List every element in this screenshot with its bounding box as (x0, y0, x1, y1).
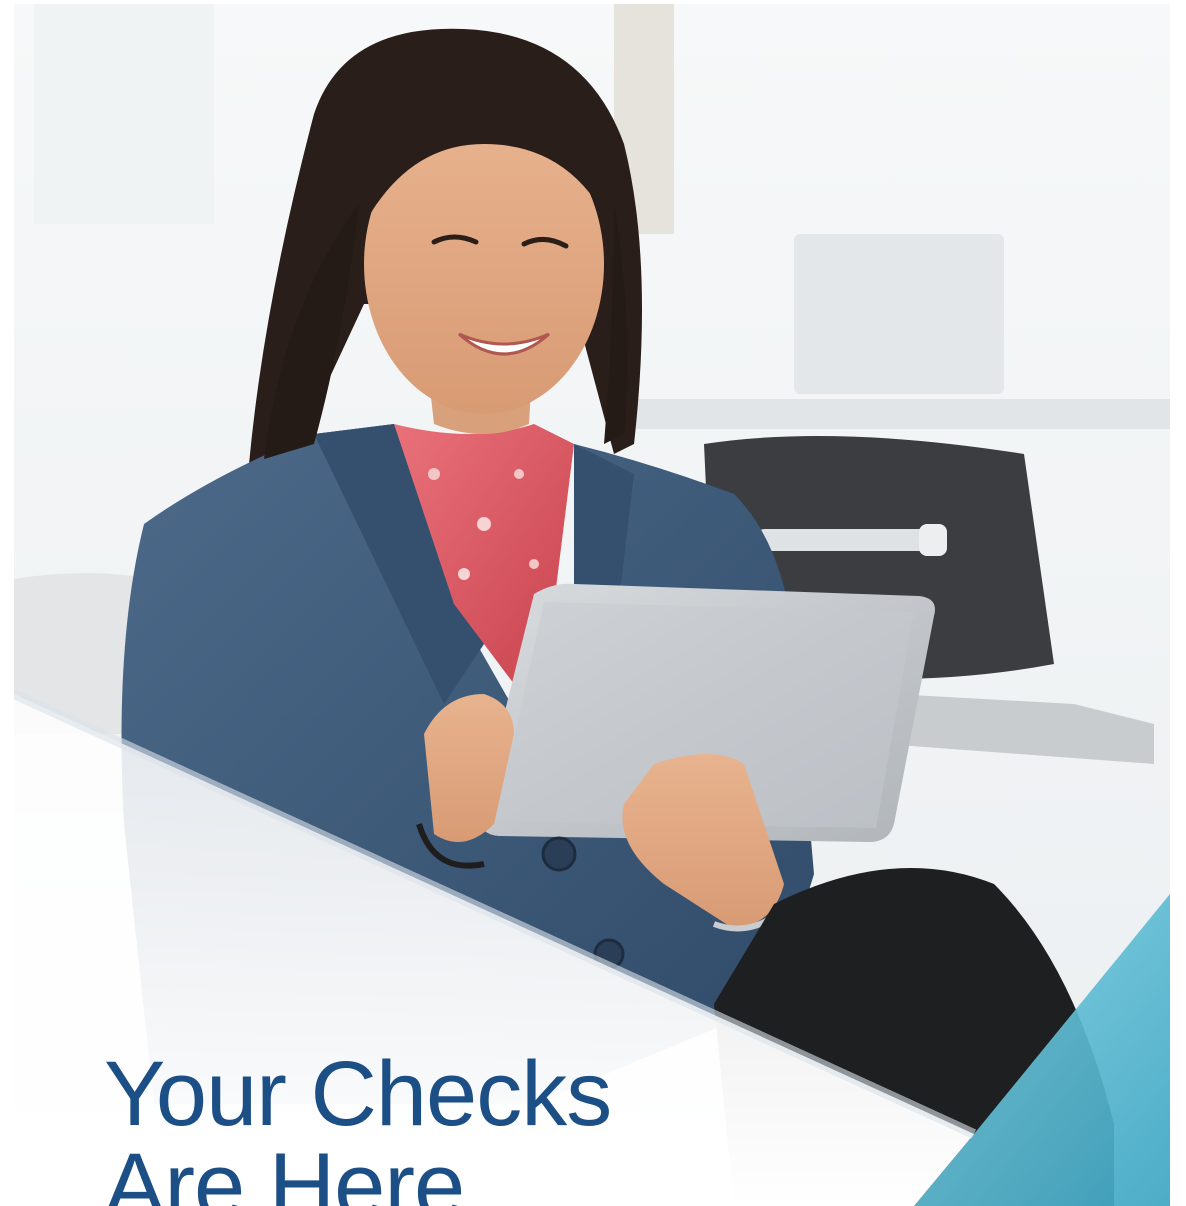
headline: Your Checks Are Here (104, 1043, 612, 1206)
woman-using-tablet-illustration (14, 4, 1170, 1206)
headline-line-1: Your Checks (104, 1043, 612, 1145)
document-page: Your Checks Are Here (0, 0, 1186, 1206)
headline-line-2: Are Here (104, 1135, 465, 1206)
hero-photo (14, 4, 1170, 1206)
